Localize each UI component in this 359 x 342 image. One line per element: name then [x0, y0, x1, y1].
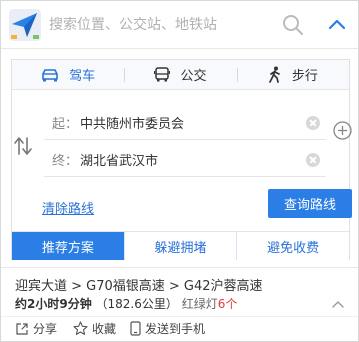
route-summary: 迎宾大道 > G70福银高速 > G42沪蓉高速	[15, 279, 263, 294]
travel-mode-tabs: 驾车 公交 步行	[12, 60, 349, 90]
end-label: 终：	[52, 154, 79, 169]
search-bar	[1, 1, 358, 49]
route-duration: 约2小时9分钟	[15, 297, 92, 311]
result-actions: 分享 收藏 发送到手机	[1, 316, 358, 340]
share-label: 分享	[33, 322, 58, 336]
traffic-lights-label: 红绿灯	[181, 297, 218, 311]
favorite-button[interactable]: 收藏	[73, 320, 116, 337]
tab-walk-label: 步行	[291, 69, 318, 84]
search-icon[interactable]	[281, 13, 305, 37]
end-field[interactable]: 终： 湖北省武汉市	[44, 143, 326, 177]
add-waypoint-icon[interactable]	[333, 121, 352, 140]
tab-bus[interactable]: 公交	[124, 60, 236, 89]
tab-drive[interactable]: 驾车	[12, 60, 124, 89]
start-value[interactable]: 中共随州市委员会	[80, 113, 306, 132]
query-route-button[interactable]: 查询路线	[268, 189, 352, 218]
share-button[interactable]: 分享	[15, 320, 57, 337]
clear-start-icon[interactable]	[306, 115, 320, 130]
send-to-phone-button[interactable]: 发送到手机	[130, 320, 205, 337]
search-input[interactable]	[49, 11, 274, 39]
walk-icon	[268, 66, 280, 83]
route-meta: 约2小时9分钟 （182.6公里） 红绿灯6个	[15, 295, 237, 312]
phone-icon	[130, 321, 141, 336]
route-distance: （182.6公里）	[95, 297, 178, 311]
share-icon	[16, 322, 28, 335]
tab-avoid-tolls[interactable]: 避免收费	[237, 232, 350, 260]
swap-icon[interactable]	[13, 134, 33, 158]
clear-route-link[interactable]: 清除路线	[42, 198, 94, 217]
route-panel: 驾车 公交 步行	[0, 0, 359, 342]
tab-walk[interactable]: 步行	[236, 60, 349, 89]
tab-bus-label: 公交	[180, 69, 207, 84]
tab-avoid-congestion[interactable]: 躲避拥堵	[124, 232, 238, 260]
chevron-up-icon[interactable]	[332, 300, 344, 308]
route-result[interactable]: 迎宾大道 > G70福银高速 > G42沪蓉高速 约2小时9分钟 （182.6公…	[1, 267, 358, 341]
start-field[interactable]: 起： 中共随州市委员会	[44, 106, 326, 140]
favorite-label: 收藏	[92, 322, 117, 336]
end-value[interactable]: 湖北省武汉市	[80, 150, 306, 169]
tab-drive-label: 驾车	[69, 69, 96, 84]
plan-tabs: 推荐方案 躲避拥堵 避免收费	[12, 231, 350, 260]
bus-icon	[154, 67, 171, 82]
clear-end-icon[interactable]	[306, 152, 320, 167]
car-icon	[42, 68, 58, 81]
route-card: 驾车 公交 步行 起： 中共随州市委员会 终： 湖北省武汉市 清除路线 查询路线…	[11, 59, 352, 260]
chevron-up-icon[interactable]	[325, 13, 349, 37]
send-to-phone-label: 发送到手机	[145, 322, 206, 336]
start-label: 起：	[52, 117, 79, 132]
traffic-lights-count: 6个	[217, 297, 238, 311]
star-icon	[73, 321, 88, 335]
tab-recommended[interactable]: 推荐方案	[12, 232, 125, 260]
app-logo-icon	[9, 9, 41, 41]
